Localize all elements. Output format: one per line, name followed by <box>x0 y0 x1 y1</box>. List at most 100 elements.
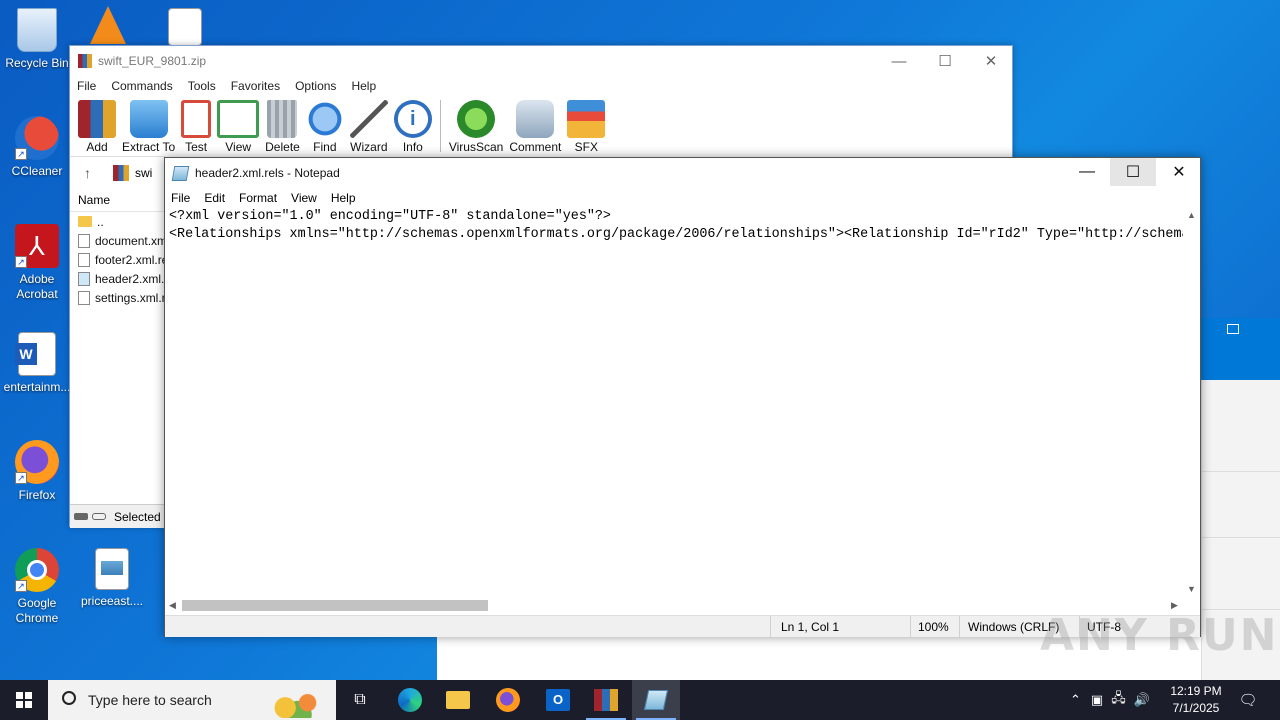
desktop-icon-adobe-acrobat[interactable]: ⅄ ↗ Adobe Acrobat <box>0 224 74 302</box>
scroll-down-icon[interactable]: ▼ <box>1187 584 1196 594</box>
desktop-icon-vlc[interactable] <box>73 6 143 48</box>
menu-file[interactable]: File <box>171 191 190 205</box>
winrar-title-bar[interactable]: swift_EUR_9801.zip <box>70 46 1012 76</box>
task-view-button[interactable]: ⧉ <box>336 680 384 720</box>
horizontal-scrollbar[interactable]: ◀ ▶ <box>165 597 1185 614</box>
toolbar-comment-button[interactable]: Comment <box>509 96 561 154</box>
taskbar-search-box[interactable]: Type here to search <box>48 680 336 720</box>
menu-help[interactable]: Help <box>331 191 356 205</box>
desktop-icon-firefox[interactable]: ↗ Firefox <box>0 440 74 503</box>
system-tray: ⌃ ▣ 🖧 🔊 <box>1070 680 1150 720</box>
winrar-address-bar[interactable]: ↑ swi <box>70 156 165 188</box>
up-arrow-icon[interactable]: ↑ <box>84 165 91 181</box>
scrollbar-thumb[interactable] <box>182 600 488 611</box>
toolbar-label: SFX <box>574 140 598 154</box>
toolbar-label: Delete <box>265 140 300 154</box>
toolbar-label: Extract To <box>122 140 176 154</box>
toolbar-label: Find <box>313 140 337 154</box>
winrar-toolbar: Add Extract To Test View Delete Find Wiz… <box>70 96 1012 154</box>
list-item[interactable]: .. <box>70 212 165 231</box>
outlook-icon: O <box>546 689 570 711</box>
menu-commands[interactable]: Commands <box>111 79 172 93</box>
desktop-icon-recycle-bin[interactable]: Recycle Bin <box>0 8 74 71</box>
desktop-icon-entertainment-doc[interactable]: W entertainm... <box>0 332 74 395</box>
taskbar-notepad[interactable] <box>632 680 680 720</box>
list-item[interactable]: settings.xml.r <box>70 288 165 307</box>
minimize-button[interactable]: — <box>1064 158 1110 186</box>
desktop-icon-image-file[interactable] <box>150 8 220 50</box>
scroll-up-icon[interactable]: ▲ <box>1187 210 1196 220</box>
menu-tools[interactable]: Tools <box>188 79 216 93</box>
toolbar-view-button[interactable]: View <box>217 96 260 154</box>
toolbar-extract-to-button[interactable]: Extract To <box>122 96 175 154</box>
vertical-scrollbar[interactable]: ▲ ▼ <box>1183 208 1200 596</box>
file-name: footer2.xml.re <box>95 252 165 267</box>
file-name: settings.xml.r <box>95 290 165 305</box>
column-header-name[interactable]: Name <box>70 188 165 212</box>
taskbar-edge[interactable] <box>386 680 434 720</box>
winrar-file-list[interactable]: Name .. document.xm footer2.xml.re heade… <box>70 188 165 502</box>
list-item[interactable]: header2.xml.r <box>70 269 165 288</box>
maximize-button[interactable]: ☐ <box>1110 158 1156 186</box>
zoom-level: 100% <box>918 620 949 634</box>
menu-favorites[interactable]: Favorites <box>231 79 280 93</box>
window-icon <box>1227 324 1239 334</box>
info-icon: i <box>393 100 432 138</box>
desktop-icon-priceeast[interactable]: priceeast.... <box>75 548 149 609</box>
folder-icon <box>78 216 92 227</box>
toolbar-info-button[interactable]: i Info <box>393 96 432 154</box>
taskbar-outlook[interactable]: O <box>534 680 582 720</box>
taskbar-firefox[interactable] <box>484 680 532 720</box>
word-document-icon: W <box>15 332 56 376</box>
toolbar-test-button[interactable]: Test <box>181 96 212 154</box>
desktop-icon-google-chrome[interactable]: ↗ Google Chrome <box>0 548 74 626</box>
list-item[interactable]: footer2.xml.re <box>70 250 165 269</box>
file-explorer-icon <box>446 691 470 709</box>
notepad-title-bar[interactable]: header2.xml.rels - Notepad <box>165 158 1200 188</box>
minimize-button[interactable]: — <box>876 46 922 76</box>
menu-help[interactable]: Help <box>351 79 376 93</box>
menu-file[interactable]: File <box>77 79 96 93</box>
taskbar-winrar[interactable] <box>582 680 630 720</box>
status-divider <box>770 616 771 638</box>
meet-now-icon[interactable]: ▣ <box>1091 692 1103 708</box>
menu-view[interactable]: View <box>291 191 317 205</box>
close-button[interactable]: ✕ <box>1156 158 1202 186</box>
winrar-app-icon <box>78 54 92 68</box>
toolbar-add-button[interactable]: Add <box>78 96 116 154</box>
file-icon <box>78 233 90 248</box>
list-item[interactable]: document.xm <box>70 231 165 250</box>
shortcut-arrow-icon: ↗ <box>15 580 27 592</box>
search-placeholder: Type here to search <box>88 692 212 708</box>
image-file-icon <box>95 548 129 590</box>
network-icon[interactable]: 🖧 <box>1111 689 1126 711</box>
notification-icon: 🗨 <box>1238 692 1258 709</box>
notification-center-button[interactable]: 🗨 <box>1226 680 1270 720</box>
desktop-icon-ccleaner[interactable]: ↗ CCleaner <box>0 116 74 179</box>
taskbar-clock[interactable]: 12:19 PM 7/1/2025 <box>1164 683 1228 717</box>
scroll-left-icon[interactable]: ◀ <box>169 600 176 611</box>
start-button[interactable] <box>0 680 48 720</box>
show-hidden-icons-button[interactable]: ⌃ <box>1070 692 1081 708</box>
notepad-window[interactable]: header2.xml.rels - Notepad — ☐ ✕ File Ed… <box>164 157 1202 638</box>
notepad-menu-bar: File Edit Format View Help <box>165 188 1200 208</box>
close-button[interactable]: ✕ <box>968 46 1014 76</box>
toolbar-find-button[interactable]: Find <box>305 96 344 154</box>
maximize-button[interactable]: ☐ <box>922 46 968 76</box>
toolbar-delete-button[interactable]: Delete <box>265 96 300 154</box>
menu-format[interactable]: Format <box>239 191 277 205</box>
toolbar-sfx-button[interactable]: SFX <box>567 96 606 154</box>
menu-options[interactable]: Options <box>295 79 336 93</box>
taskbar: Type here to search ⧉ O ⌃ ▣ 🖧 🔊 12:19 PM… <box>0 680 1280 720</box>
toolbar-separator <box>439 100 441 152</box>
menu-edit[interactable]: Edit <box>204 191 225 205</box>
toolbar-virusscan-button[interactable]: VirusScan <box>449 96 503 154</box>
add-icon <box>78 100 116 138</box>
view-icon <box>217 100 260 138</box>
desktop-icon-label: priceeast.... <box>80 594 144 608</box>
volume-icon[interactable]: 🔊 <box>1134 692 1150 708</box>
toolbar-wizard-button[interactable]: Wizard <box>349 96 388 154</box>
taskbar-file-explorer[interactable] <box>434 680 482 720</box>
toolbar-label: Comment <box>509 140 562 154</box>
text-editor[interactable]: <?xml version="1.0" encoding="UTF-8" sta… <box>165 208 1185 596</box>
